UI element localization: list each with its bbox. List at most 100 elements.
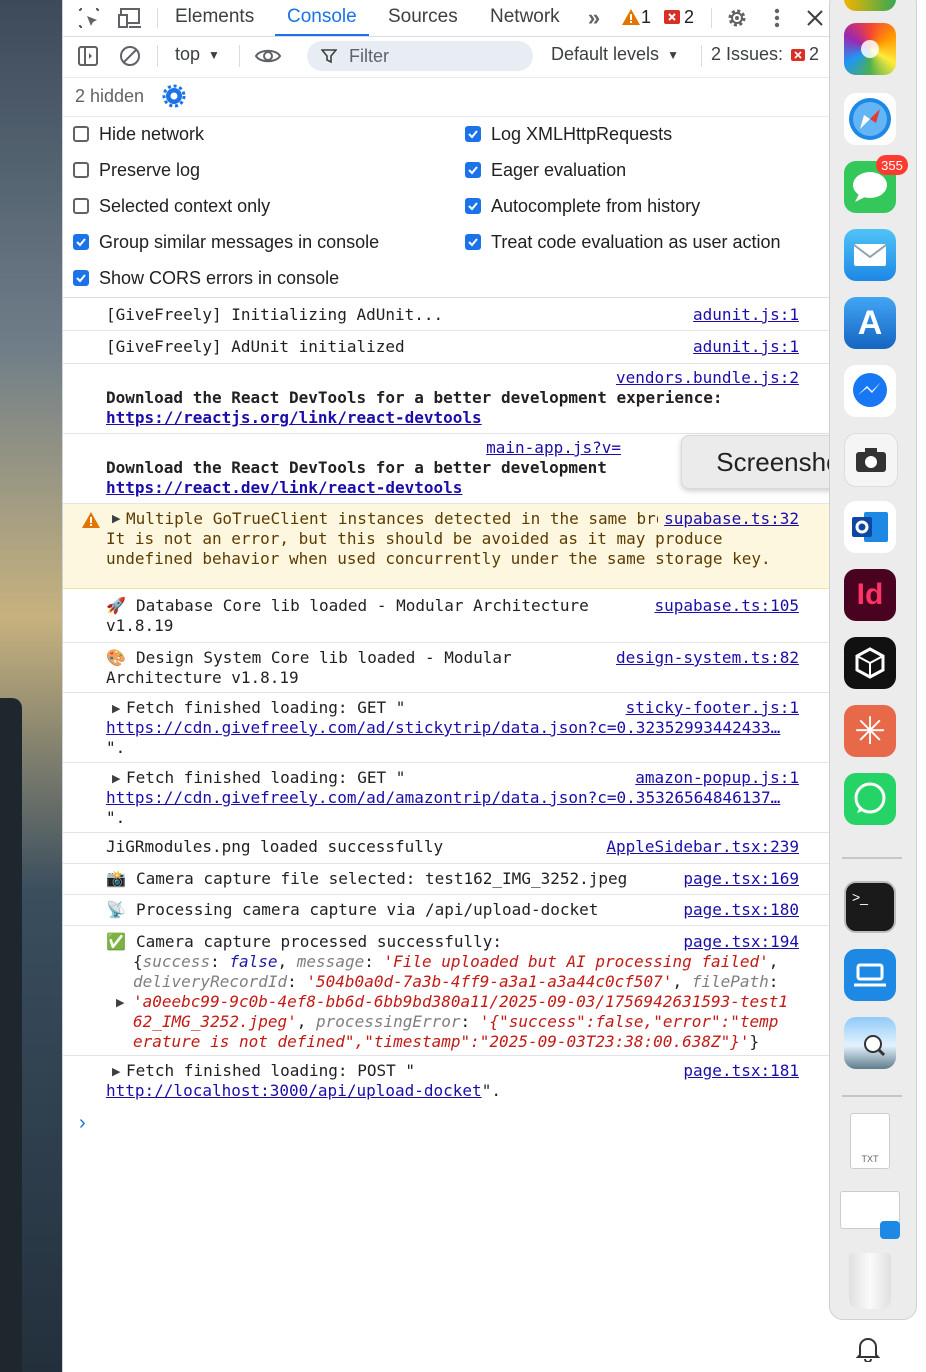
sidebar-toggle-icon[interactable] [75, 43, 101, 69]
source-link[interactable]: page.tsx:194 [677, 932, 799, 951]
object-line: 'a0eebc99-9c0b-4ef8-bb6d-6bb9bd380a11/20… [133, 992, 813, 1012]
console-message: [GiveFreely] Initializing AdUnit... adun… [63, 298, 831, 331]
setting-label: Eager evaluation [491, 159, 627, 180]
object-key: success [142, 952, 211, 971]
source-link[interactable]: page.tsx:169 [677, 869, 799, 888]
expand-triangle-icon[interactable]: ▶ [112, 772, 120, 785]
checkbox-checked[interactable] [73, 234, 89, 250]
console-settings-gear-icon[interactable] [161, 83, 187, 109]
setting-option[interactable]: Group similar messages in console [73, 229, 379, 255]
fetch-url-link[interactable]: https://cdn.givefreely.com/ad/amazontrip… [106, 788, 780, 807]
source-link[interactable]: AppleSidebar.tsx:239 [600, 837, 799, 856]
filter-placeholder: Filter [349, 46, 389, 66]
setting-option[interactable]: Treat code evaluation as user action [465, 229, 781, 255]
source-link[interactable]: main-app.js?v= [480, 438, 621, 457]
more-tabs-chevron-icon[interactable]: » [581, 4, 607, 32]
txt-file-icon[interactable]: TXT [850, 1113, 890, 1169]
device-toolbar-icon[interactable] [115, 4, 145, 32]
expand-triangle-icon[interactable]: ▶ [112, 512, 120, 525]
settings-gear-icon[interactable] [723, 4, 751, 32]
safari-app-icon[interactable] [844, 93, 896, 145]
setting-option[interactable]: Selected context only [73, 193, 270, 219]
app-store-icon[interactable]: A [844, 297, 896, 349]
expand-object-triangle-icon[interactable]: ▶ [116, 996, 124, 1009]
expand-triangle-icon[interactable]: ▶ [112, 1065, 120, 1078]
satellite-emoji-icon: 📡 [106, 902, 126, 919]
screenshot-app-icon[interactable] [844, 433, 898, 487]
setting-label: Selected context only [99, 195, 271, 216]
expand-triangle-icon[interactable]: ▶ [112, 702, 120, 715]
source-link[interactable]: page.tsx:181 [677, 1061, 799, 1080]
terminal-app-icon[interactable]: >_ [844, 881, 896, 933]
clear-console-icon[interactable] [117, 43, 143, 69]
checkbox-unchecked[interactable] [73, 162, 89, 178]
fetch-url-link[interactable]: http://localhost:3000/api/upload-docket [106, 1081, 482, 1100]
errors-counter[interactable]: 2 [663, 5, 694, 29]
source-link[interactable]: adunit.js:1 [687, 337, 799, 356]
setting-option[interactable]: Preserve log [73, 157, 200, 183]
toolbar-divider [711, 8, 712, 28]
indesign-app-icon[interactable]: Id [844, 569, 896, 621]
mail-app-icon[interactable] [844, 229, 896, 281]
setting-option[interactable]: Log XMLHttpRequests [465, 121, 672, 147]
notification-bell-icon[interactable] [848, 1326, 888, 1372]
checkbox-checked[interactable] [465, 198, 481, 214]
source-link[interactable]: supabase.ts:105 [648, 596, 799, 615]
macos-dock: 355 A Id ✳ >_ TXT [829, 0, 917, 1320]
app-icon-partial[interactable] [844, 0, 896, 11]
object-line: {success: false, message: 'File uploaded… [133, 952, 779, 971]
dock-separator [842, 857, 902, 859]
warnings-counter[interactable]: 1 [621, 5, 651, 29]
message-link[interactable]: https://cdn.givefreely.com/ad/amazontrip… [106, 788, 799, 808]
message-link[interactable]: https://reactjs.org/link/react-devtools [106, 408, 799, 428]
checkbox-checked[interactable] [465, 126, 481, 142]
react-devtools-link[interactable]: https://react.dev/link/react-devtools [106, 478, 462, 497]
cube-app-icon[interactable] [844, 637, 896, 689]
messenger-app-icon[interactable] [844, 365, 896, 417]
check-emoji-icon: ✅ [106, 934, 126, 951]
outlook-app-icon[interactable] [844, 501, 896, 553]
source-link[interactable]: amazon-popup.js:1 [629, 768, 799, 787]
whatsapp-app-icon[interactable] [844, 773, 896, 825]
close-icon[interactable] [803, 4, 827, 32]
fetch-url-link[interactable]: https://cdn.givefreely.com/ad/stickytrip… [106, 718, 780, 737]
tab-elements[interactable]: Elements [175, 0, 254, 34]
checkbox-checked[interactable] [73, 270, 89, 286]
claude-app-icon[interactable]: ✳ [844, 705, 896, 757]
setting-option[interactable]: Show CORS errors in console [73, 265, 339, 291]
remote-desktop-app-icon[interactable] [844, 949, 896, 1001]
context-selector[interactable]: top ▼ [175, 44, 220, 65]
more-options-icon[interactable] [765, 4, 789, 32]
setting-option[interactable]: Hide network [73, 121, 204, 147]
checkbox-checked[interactable] [465, 234, 481, 250]
inspect-element-icon[interactable] [75, 4, 103, 32]
tab-sources[interactable]: Sources [388, 0, 458, 34]
warning-icon [622, 9, 640, 25]
message-link[interactable]: https://cdn.givefreely.com/ad/stickytrip… [106, 718, 799, 738]
fetch-message: ▶ Fetch finished loading: GET " https://… [63, 763, 831, 833]
react-devtools-link[interactable]: https://reactjs.org/link/react-devtools [106, 408, 482, 427]
tab-network[interactable]: Network [490, 0, 560, 34]
checkbox-unchecked[interactable] [73, 198, 89, 214]
photos-app-icon[interactable] [844, 23, 896, 75]
source-link[interactable]: supabase.ts:32 [658, 509, 799, 528]
filter-input[interactable]: Filter [307, 41, 533, 71]
setting-option[interactable]: Autocomplete from history [465, 193, 700, 219]
source-link[interactable]: sticky-footer.js:1 [619, 698, 799, 717]
log-levels-dropdown[interactable]: Default levels ▼ [551, 44, 679, 65]
source-link[interactable]: page.tsx:180 [677, 900, 799, 919]
checkbox-checked[interactable] [465, 162, 481, 178]
source-link[interactable]: design-system.ts:82 [609, 648, 799, 667]
trash-icon[interactable] [849, 1253, 891, 1309]
console-prompt-chevron-icon[interactable]: › [79, 1112, 86, 1135]
source-link[interactable]: vendors.bundle.js:2 [609, 368, 799, 387]
setting-option[interactable]: Eager evaluation [465, 157, 626, 183]
live-expression-eye-icon[interactable] [253, 43, 283, 69]
checkbox-unchecked[interactable] [73, 126, 89, 142]
source-link[interactable]: adunit.js:1 [687, 305, 799, 324]
logged-object[interactable]: {success: false, message: 'File uploaded… [133, 952, 813, 1052]
issues-button[interactable]: 2 Issues: 2 [711, 44, 819, 65]
console-input[interactable] [103, 1108, 803, 1138]
preview-app-icon[interactable] [844, 1017, 896, 1069]
tab-console[interactable]: Console [275, 0, 369, 36]
